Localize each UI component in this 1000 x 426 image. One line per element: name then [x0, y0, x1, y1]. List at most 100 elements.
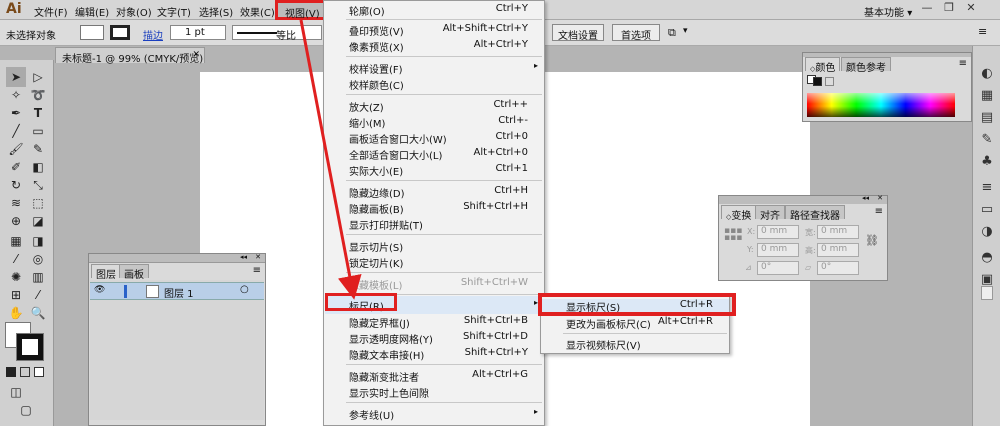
symbol-sprayer-tool-icon[interactable]: ✺ [6, 267, 26, 287]
menu-item-zoom-in[interactable]: 放大(Z) Ctrl++ [324, 99, 544, 115]
layer-row[interactable]: 👁 图层 1 ○ [90, 282, 264, 300]
artboard-tool-icon[interactable]: ⊞ [6, 285, 26, 305]
menu-file[interactable]: 文件(F) [34, 4, 68, 19]
panel-header[interactable]: ◂◂ ✕ [89, 253, 265, 263]
menu-item-live-paint-gaps[interactable]: 显示实时上色间隙 [324, 385, 544, 401]
menu-item-artboard-rulers[interactable]: 更改为画板标尺(C) Alt+Ctrl+R [541, 316, 729, 332]
close-tab-icon[interactable]: ✕ [192, 50, 200, 60]
close-icon[interactable]: ✕ [255, 253, 261, 261]
tab-artboards[interactable]: 画板 [119, 264, 149, 281]
swatches-icon[interactable]: ▤ [978, 110, 996, 128]
tab-pathfinder[interactable]: 路径查找器 [785, 205, 845, 222]
free-transform-tool-icon[interactable]: ⬚ [28, 193, 48, 213]
paintbrush-tool-icon[interactable]: 🖌 [6, 139, 26, 159]
document-setup-button[interactable]: 文档设置 [552, 24, 604, 42]
slice-tool-icon[interactable]: ⁄ [28, 285, 48, 305]
column-graph-tool-icon[interactable]: ▥ [28, 267, 48, 287]
tab-transform[interactable]: ◇变换 [721, 205, 757, 222]
menu-item-proof-colors[interactable]: 校样颜色(C) [324, 77, 544, 93]
menu-item-proof-setup[interactable]: 校样设置(F) ▸ [324, 61, 544, 77]
menu-select[interactable]: 选择(S) [199, 4, 233, 19]
rectangle-tool-icon[interactable]: ▭ [28, 121, 48, 141]
menu-item-outline[interactable]: 轮廓(O) Ctrl+Y [324, 3, 544, 19]
collapse-icon[interactable]: ◂◂ [240, 253, 247, 261]
panel-menu-icon[interactable]: ≡ [959, 58, 967, 69]
blob-brush-tool-icon[interactable]: ✐ [6, 157, 26, 177]
pen-tool-icon[interactable]: ✒ [6, 103, 26, 123]
draw-mode-icon[interactable]: ◫ [6, 382, 26, 402]
width-field[interactable]: 0 mm [817, 225, 859, 239]
target-circle-icon[interactable]: ○ [240, 284, 249, 295]
menu-view[interactable]: 视图(V) [275, 0, 327, 20]
screen-mode-icon[interactable]: ▢ [16, 400, 36, 420]
preferences-button[interactable]: 首选项 [612, 24, 660, 42]
stroke-label[interactable]: 描边 [143, 27, 163, 42]
color-mode-icon[interactable] [6, 367, 16, 377]
restore-button[interactable]: ❐ [940, 1, 958, 17]
menu-edit[interactable]: 编辑(E) [75, 4, 109, 19]
collapse-icon[interactable]: ◂◂ [862, 194, 869, 202]
tab-layers[interactable]: 图层 [91, 264, 121, 281]
gradient-mode-icon[interactable] [20, 367, 30, 377]
none-mode-icon[interactable] [34, 367, 44, 377]
panel-header[interactable]: ◂◂ ✕ [719, 194, 887, 204]
tab-align[interactable]: 对齐 [755, 205, 785, 222]
hand-tool-icon[interactable]: ✋ [6, 303, 26, 323]
type-tool-icon[interactable]: T [28, 103, 48, 123]
eyedropper-tool-icon[interactable]: ⁄ [6, 249, 26, 269]
tab-color[interactable]: ◇颜色 [805, 57, 841, 74]
menu-item-transparency-grid[interactable]: 显示透明度网格(Y) Shift+Ctrl+D [324, 331, 544, 347]
pencil-tool-icon[interactable]: ✎ [28, 139, 48, 159]
fill-swatch[interactable] [80, 25, 104, 40]
appearance-icon[interactable]: ◓ [978, 250, 996, 268]
stroke-swatch[interactable] [110, 25, 130, 40]
rotate-field[interactable]: 0° [757, 261, 799, 275]
menu-item-hide-text-threads[interactable]: 隐藏文本串接(H) Shift+Ctrl+Y [324, 347, 544, 363]
visibility-eye-icon[interactable]: 👁 [94, 285, 105, 295]
none-swatch[interactable] [825, 77, 834, 86]
menu-item-actual-size[interactable]: 实际大小(E) Ctrl+1 [324, 163, 544, 179]
menu-item-hide-bounding-box[interactable]: 隐藏定界框(J) Shift+Ctrl+B [324, 315, 544, 331]
menu-item-video-rulers[interactable]: 显示视频标尺(V) [541, 337, 729, 353]
reference-point-icon[interactable]: ▪▪▪ ▪▪▪ [724, 227, 742, 243]
color-panel-icon[interactable]: ◐ [978, 66, 996, 84]
rotate-tool-icon[interactable]: ↻ [6, 175, 26, 195]
gradient-icon[interactable]: ▭ [978, 202, 996, 220]
shape-builder-tool-icon[interactable]: ⊕ [6, 211, 26, 231]
layer-name[interactable]: 图层 1 [164, 285, 194, 300]
menu-item-guides[interactable]: 参考线(U) ▸ [324, 407, 544, 423]
live-paint-tool-icon[interactable]: ◪ [28, 211, 48, 231]
menu-item-hide-artboards[interactable]: 隐藏画板(B) Shift+Ctrl+H [324, 201, 544, 217]
warp-tool-icon[interactable]: ≋ [6, 193, 26, 213]
mesh-tool-icon[interactable]: ▦ [6, 231, 26, 251]
magic-wand-tool-icon[interactable]: ✧ [6, 85, 26, 105]
chevron-down-icon[interactable]: ▾ [683, 26, 688, 36]
stroke-swatch[interactable] [813, 77, 822, 86]
y-field[interactable]: 0 mm [757, 243, 799, 257]
blend-tool-icon[interactable]: ◎ [28, 249, 48, 269]
stroke-icon[interactable]: ≡ [978, 180, 996, 198]
panel-menu-icon[interactable]: ≡ [253, 265, 261, 276]
panel-menu-icon[interactable]: ≡ [978, 25, 987, 38]
close-window-button[interactable]: ✕ [962, 1, 980, 17]
lasso-tool-icon[interactable]: ➰ [28, 85, 48, 105]
scale-tool-icon[interactable]: ⤡ [28, 175, 48, 195]
menu-item-hide-gradient-annotator[interactable]: 隐藏渐变批注者 Alt+Ctrl+G [324, 369, 544, 385]
workspace-switcher[interactable]: 基本功能 ▾ [864, 4, 912, 19]
menu-type[interactable]: 文字(T) [157, 4, 191, 19]
menu-item-zoom-out[interactable]: 缩小(M) Ctrl+- [324, 115, 544, 131]
menu-item-pixel-preview[interactable]: 像素预览(X) Alt+Ctrl+Y [324, 39, 544, 55]
direct-selection-tool-icon[interactable]: ▷ [28, 67, 48, 87]
transparency-icon[interactable]: ◑ [978, 224, 996, 242]
scrollbar-thumb[interactable] [981, 286, 993, 300]
color-guide-icon[interactable]: ▦ [978, 88, 996, 106]
stroke-color-box[interactable] [16, 333, 44, 361]
menu-item-fit-artboard[interactable]: 画板适合窗口大小(W) Ctrl+0 [324, 131, 544, 147]
line-tool-icon[interactable]: ╱ [6, 121, 26, 141]
height-field[interactable]: 0 mm [817, 243, 859, 257]
constrain-link-icon[interactable]: ⛓ [865, 234, 879, 247]
menu-item-fit-all[interactable]: 全部适合窗口大小(L) Alt+Ctrl+0 [324, 147, 544, 163]
symbols-icon[interactable]: ♣ [978, 154, 996, 172]
menu-item-print-tiling[interactable]: 显示打印拼贴(T) [324, 217, 544, 233]
menu-item-show-slices[interactable]: 显示切片(S) [324, 239, 544, 255]
